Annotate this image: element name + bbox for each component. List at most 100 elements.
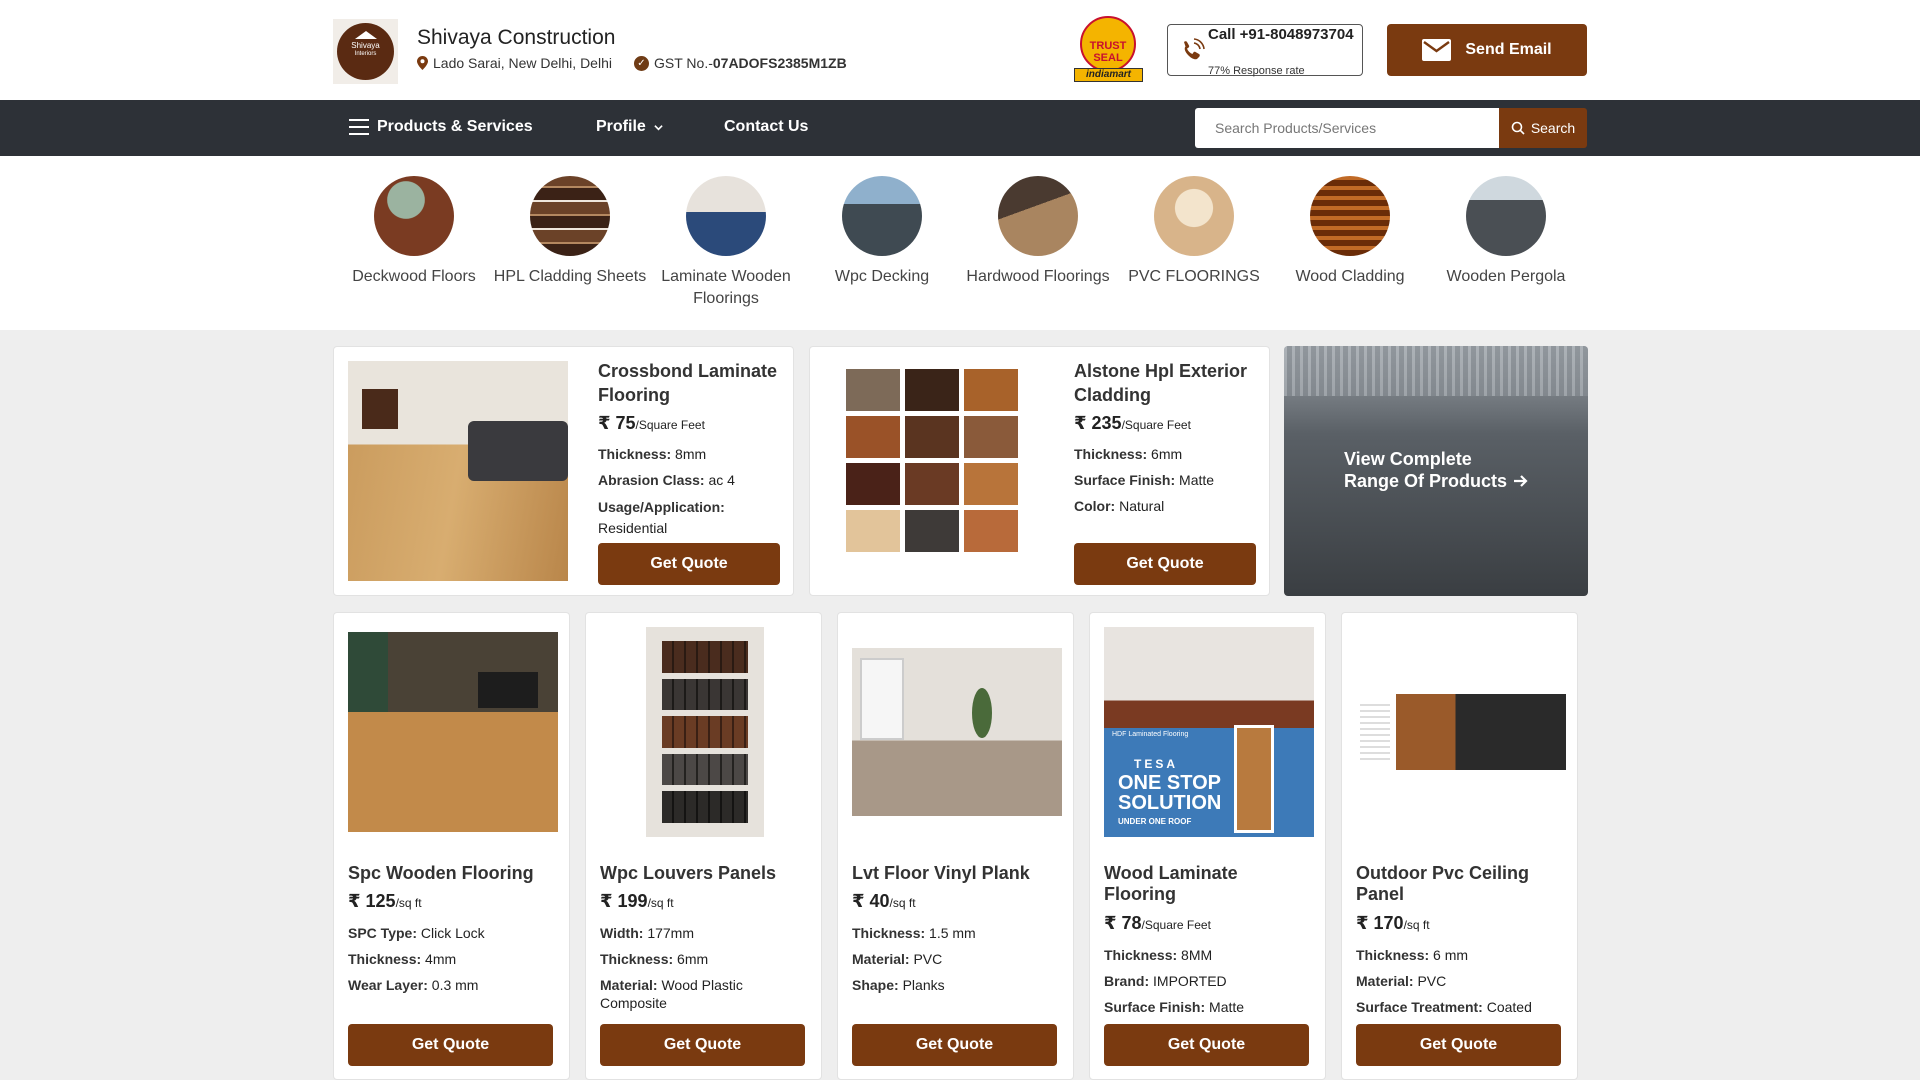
featured-product-card[interactable]: Crossbond Laminate Flooring ₹ 75/Square … xyxy=(333,346,794,596)
get-quote-button[interactable]: Get Quote xyxy=(1104,1024,1309,1066)
logo-text-1: Shivaya xyxy=(351,41,380,50)
trust-text-1: TRUST xyxy=(1089,40,1127,52)
price-unit: /Square Feet xyxy=(1141,918,1211,932)
category-image xyxy=(1310,176,1390,256)
spec-row: Thickness: 8MM xyxy=(1104,946,1314,964)
get-quote-button[interactable]: Get Quote xyxy=(598,543,780,585)
spec-value: IMPORTED xyxy=(1153,973,1227,989)
product-title[interactable]: Lvt Floor Vinyl Plank xyxy=(852,863,1062,884)
spec-row: Surface Treatment: Coated xyxy=(1356,998,1566,1016)
spec-key: Material: xyxy=(600,977,658,993)
product-title[interactable]: Wpc Louvers Panels xyxy=(600,863,810,884)
location-pin-icon xyxy=(417,56,428,70)
trust-text-2: SEAL xyxy=(1093,52,1123,64)
product-image[interactable]: HDF Laminated Flooring TESA ONE STOP SOL… xyxy=(1104,627,1314,837)
product-image[interactable] xyxy=(348,627,558,837)
envelope-icon xyxy=(1422,39,1452,61)
category-label: Deckwood Floors xyxy=(352,268,476,285)
category-wpc-decking[interactable]: Wpc Decking xyxy=(804,176,960,288)
spec-value: 8mm xyxy=(675,446,707,462)
spec-row: Width: 177mm xyxy=(600,924,810,942)
search-input[interactable] xyxy=(1195,108,1499,148)
category-wood-cladding[interactable]: Wood Cladding xyxy=(1272,176,1428,288)
category-label: Laminate Wooden Floorings xyxy=(661,268,791,307)
product-title[interactable]: Crossbond Laminate Flooring xyxy=(598,359,788,407)
gst-number: ✓ GST No.- 07ADOFS2385M1ZB xyxy=(634,55,847,71)
get-quote-button[interactable]: Get Quote xyxy=(600,1024,805,1066)
category-image xyxy=(374,176,454,256)
product-title[interactable]: Outdoor Pvc Ceiling Panel xyxy=(1356,863,1566,905)
spec-row: Shape: Planks xyxy=(852,976,1062,994)
product-card[interactable]: Spc Wooden Flooring ₹ 125/sq ft SPC Type… xyxy=(333,612,570,1080)
spec-key: Thickness: xyxy=(1074,446,1148,462)
nav-contact-us[interactable]: Contact Us xyxy=(724,118,808,136)
image-caption: HDF Laminated Flooring xyxy=(1112,731,1189,738)
price-value: ₹ 170 xyxy=(1356,913,1404,933)
spec-value: Click Lock xyxy=(420,925,485,941)
nav-profile[interactable]: Profile xyxy=(596,118,663,136)
product-price: ₹ 75/Square Feet xyxy=(598,413,705,434)
spec-key: Color: xyxy=(1074,498,1116,514)
get-quote-button[interactable]: Get Quote xyxy=(1074,543,1256,585)
spec-row: Thickness: 6mm xyxy=(600,950,810,968)
send-email-button[interactable]: Send Email xyxy=(1387,24,1587,76)
product-image[interactable] xyxy=(348,361,568,581)
search-button-label: Search xyxy=(1530,120,1576,136)
get-quote-button[interactable]: Get Quote xyxy=(1356,1024,1561,1066)
category-laminate-wooden-floorings[interactable]: Laminate Wooden Floorings xyxy=(648,176,804,310)
category-pvc-floorings[interactable]: PVC FLOORINGS xyxy=(1116,176,1272,288)
price-unit: /Square Feet xyxy=(635,418,705,432)
spec-row: Thickness: 8mm xyxy=(598,445,706,463)
product-price: ₹ 125/sq ft xyxy=(348,891,558,912)
product-image[interactable] xyxy=(1356,627,1566,837)
nav-products-services[interactable]: Products & Services xyxy=(349,118,533,136)
hamburger-menu-icon xyxy=(349,119,369,135)
spec-key: Surface Treatment: xyxy=(1356,999,1483,1015)
nav-products-label: Products & Services xyxy=(377,118,533,135)
view-all-text: View Complete Range Of Products xyxy=(1344,448,1529,492)
response-rate: 77% Response rate xyxy=(1208,65,1305,77)
spec-row: Wear Layer: 0.3 mm xyxy=(348,976,558,994)
product-card[interactable]: Lvt Floor Vinyl Plank ₹ 40/sq ft Thickne… xyxy=(837,612,1074,1080)
spec-row: Material: Wood Plastic Composite xyxy=(600,976,810,1012)
category-image xyxy=(998,176,1078,256)
spec-row: Thickness: 1.5 mm xyxy=(852,924,1062,942)
call-button[interactable]: Call +91-8048973704 77% Response rate xyxy=(1167,24,1363,77)
category-hpl-cladding-sheets[interactable]: HPL Cladding Sheets xyxy=(492,176,648,288)
product-title[interactable]: Wood Laminate Flooring xyxy=(1104,863,1314,905)
spec-value: 0.3 mm xyxy=(431,977,479,993)
spec-value: PVC xyxy=(913,951,943,967)
price-value: ₹ 235 xyxy=(1074,413,1122,433)
image-caption: ONE STOP xyxy=(1118,772,1221,794)
featured-product-card[interactable]: Alstone Hpl Exterior Cladding ₹ 235/Squa… xyxy=(809,346,1270,596)
product-image[interactable] xyxy=(840,361,1018,581)
category-image xyxy=(842,176,922,256)
get-quote-button[interactable]: Get Quote xyxy=(852,1024,1057,1066)
category-deckwood-floors[interactable]: Deckwood Floors xyxy=(336,176,492,288)
category-label: Wood Cladding xyxy=(1295,268,1405,285)
product-image[interactable] xyxy=(600,627,810,837)
category-hardwood-floorings[interactable]: Hardwood Floorings xyxy=(960,176,1116,288)
spec-row: Thickness: 6mm xyxy=(1074,445,1182,463)
product-card[interactable]: Wpc Louvers Panels ₹ 199/sq ft Width: 17… xyxy=(585,612,822,1080)
spec-value: PVC xyxy=(1417,973,1447,989)
spec-value: Coated xyxy=(1486,999,1532,1015)
search-button[interactable]: Search xyxy=(1499,108,1587,148)
spec-key: Material: xyxy=(852,951,910,967)
product-image[interactable] xyxy=(852,627,1062,837)
spec-key: SPC Type: xyxy=(348,925,417,941)
spec-row: Thickness: 4mm xyxy=(348,950,558,968)
product-card[interactable]: HDF Laminated Flooring TESA ONE STOP SOL… xyxy=(1089,612,1326,1080)
spec-row: Surface Finish: Matte xyxy=(1074,471,1214,489)
trust-seal-badge[interactable]: TRUST SEAL indiamart xyxy=(1074,16,1143,82)
product-card[interactable]: Outdoor Pvc Ceiling Panel ₹ 170/sq ft Th… xyxy=(1341,612,1578,1080)
product-title[interactable]: Alstone Hpl Exterior Cladding xyxy=(1074,359,1264,407)
company-logo[interactable]: Shivaya Interiors xyxy=(333,19,398,84)
price-value: ₹ 40 xyxy=(852,891,890,911)
category-wooden-pergola[interactable]: Wooden Pergola xyxy=(1428,176,1584,288)
get-quote-button[interactable]: Get Quote xyxy=(348,1024,553,1066)
product-title[interactable]: Spc Wooden Flooring xyxy=(348,863,558,884)
view-complete-range-link[interactable]: View Complete Range Of Products xyxy=(1284,346,1588,596)
spec-value: 4mm xyxy=(425,951,457,967)
company-name[interactable]: Shivaya Construction xyxy=(417,26,615,50)
